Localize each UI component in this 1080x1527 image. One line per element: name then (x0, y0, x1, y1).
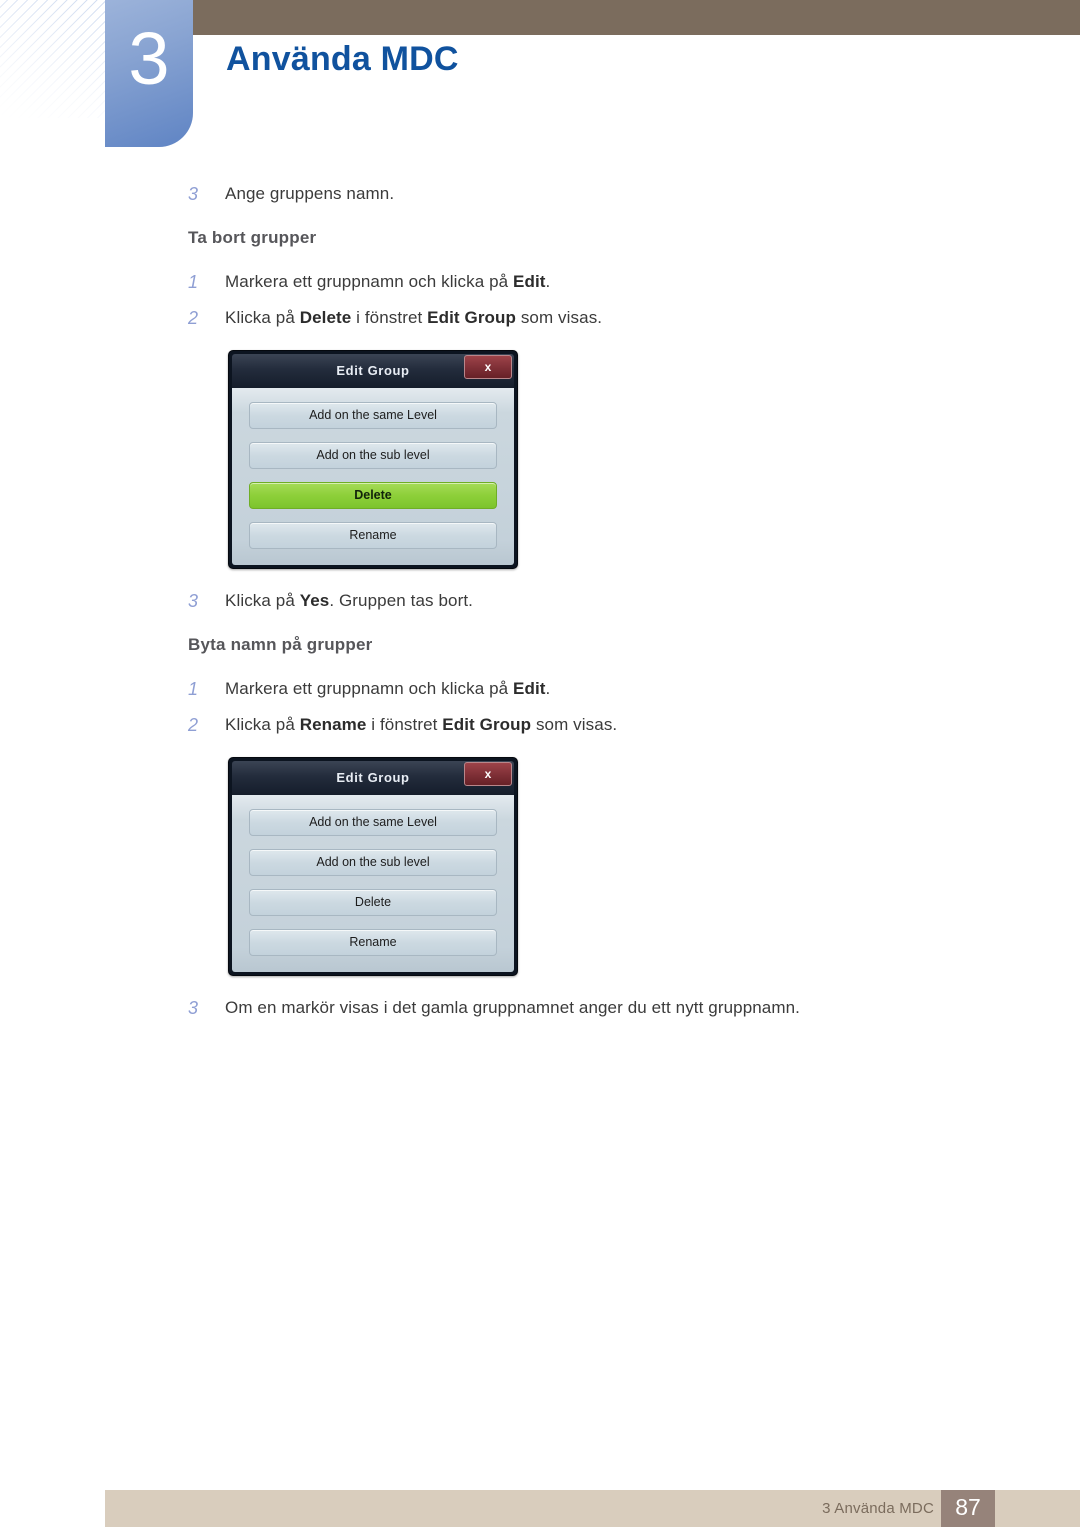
step-number: 3 (188, 998, 199, 1018)
edit-group-dialog-rename[interactable]: Edit Group x Add on the same Level Add o… (228, 757, 518, 976)
step-text: Klicka på Rename i fönstret Edit Group s… (225, 715, 618, 734)
header-brown-bar (192, 0, 1080, 35)
step-text: Markera ett gruppnamn och klicka på Edit… (225, 272, 551, 291)
delete-button[interactable]: Delete (249, 482, 497, 509)
page-number: 87 (955, 1494, 981, 1520)
dialog-body: Add on the same Level Add on the sub lev… (232, 388, 514, 565)
section-heading-delete: Ta bort grupper (188, 228, 317, 247)
page-content: 3 Ange gruppens namn. Ta bort grupper 1 … (0, 160, 1080, 1020)
dialog-body: Add on the same Level Add on the sub lev… (232, 795, 514, 972)
close-icon[interactable]: x (464, 762, 512, 786)
dialog-titlebar: Edit Group x (232, 761, 514, 795)
section-heading-rename: Byta namn på grupper (188, 635, 373, 654)
chapter-badge: 3 (105, 0, 193, 147)
step-number: 3 (188, 591, 199, 611)
step-number: 3 (188, 184, 199, 204)
list-item: 1 Markera ett gruppnamn och klicka på Ed… (0, 677, 1080, 701)
add-on-same-level-button[interactable]: Add on the same Level (249, 809, 497, 836)
add-on-sub-level-button[interactable]: Add on the sub level (249, 849, 497, 876)
list-item: 2 Klicka på Delete i fönstret Edit Group… (0, 306, 1080, 330)
page-header: 3 Använda MDC (0, 0, 1080, 160)
step-number: 2 (188, 715, 199, 735)
add-on-sub-level-button[interactable]: Add on the sub level (249, 442, 497, 469)
list-item: 3 Klicka på Yes. Gruppen tas bort. (0, 589, 1080, 613)
step-text: Klicka på Yes. Gruppen tas bort. (225, 591, 473, 610)
step-number: 1 (188, 679, 199, 699)
edit-group-dialog-delete[interactable]: Edit Group x Add on the same Level Add o… (228, 350, 518, 569)
step-text: Om en markör visas i det gamla gruppnamn… (225, 998, 801, 1017)
chapter-number: 3 (128, 17, 170, 100)
step-number: 2 (188, 308, 199, 328)
list-item: 3 Om en markör visas i det gamla gruppna… (0, 996, 1080, 1020)
list-item: 2 Klicka på Rename i fönstret Edit Group… (0, 713, 1080, 737)
rename-button[interactable]: Rename (249, 929, 497, 956)
dialog-titlebar: Edit Group x (232, 354, 514, 388)
step-text: Klicka på Delete i fönstret Edit Group s… (225, 308, 603, 327)
page-number-box: 87 (941, 1490, 995, 1527)
delete-button[interactable]: Delete (249, 889, 497, 916)
footer-chapter-label: 3 Använda MDC (822, 1500, 934, 1517)
page-footer: 3 Använda MDC 87 (105, 1490, 1080, 1527)
list-item: 1 Markera ett gruppnamn och klicka på Ed… (0, 270, 1080, 294)
rename-button[interactable]: Rename (249, 522, 497, 549)
close-icon[interactable]: x (464, 355, 512, 379)
list-item: 3 Ange gruppens namn. (0, 182, 1080, 206)
step-number: 1 (188, 272, 199, 292)
dialog-rename-wrapper: Edit Group x Add on the same Level Add o… (0, 757, 1080, 976)
step-text: Ange gruppens namn. (225, 184, 395, 203)
dialog-delete-wrapper: Edit Group x Add on the same Level Add o… (0, 350, 1080, 569)
step-text: Markera ett gruppnamn och klicka på Edit… (225, 679, 551, 698)
page-title: Använda MDC (226, 40, 459, 78)
add-on-same-level-button[interactable]: Add on the same Level (249, 402, 497, 429)
